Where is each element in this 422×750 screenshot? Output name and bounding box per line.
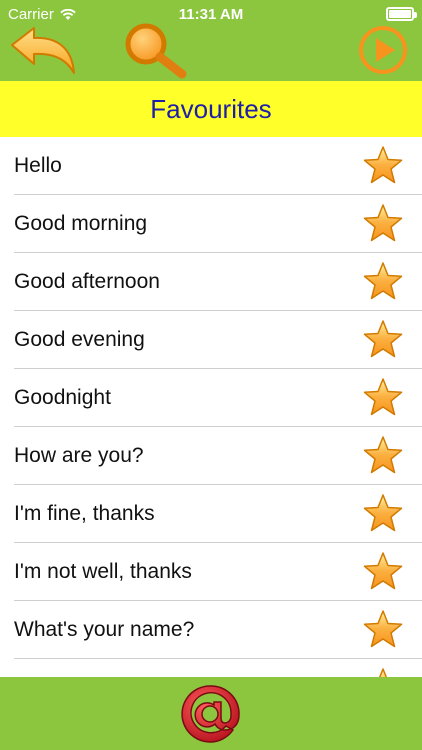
list-item[interactable]: Hello <box>0 137 422 195</box>
list-item[interactable]: How are you? <box>0 427 422 485</box>
top-toolbar: Carrier 11:31 AM <box>0 0 422 81</box>
list-item-label: Goodnight <box>14 386 111 409</box>
list-item-label: Good morning <box>14 212 148 235</box>
star-icon[interactable] <box>363 609 403 649</box>
list-item-label: What's your name? <box>14 618 195 641</box>
status-time: 11:31 AM <box>178 6 244 23</box>
list-item-label: How are you? <box>14 444 144 467</box>
list-item[interactable]: Good morning <box>0 195 422 253</box>
star-icon[interactable] <box>363 203 403 243</box>
list-item-label: Hello <box>14 154 62 177</box>
list-item-label: Good afternoon <box>14 270 160 293</box>
search-icon[interactable] <box>118 22 192 80</box>
battery-icon <box>386 7 417 21</box>
page-title: Favourites <box>150 93 272 124</box>
star-icon[interactable] <box>363 261 403 301</box>
list-item[interactable]: I'm not well, thanks <box>0 543 422 601</box>
email-at-icon[interactable] <box>179 682 243 746</box>
list-item[interactable]: Good afternoon <box>0 253 422 311</box>
title-bar: Favourites <box>0 81 422 137</box>
star-icon[interactable] <box>363 145 403 185</box>
star-icon[interactable] <box>363 667 403 677</box>
star-icon[interactable] <box>363 377 403 417</box>
list-item[interactable]: My name is... <box>0 659 422 677</box>
list-item[interactable]: Good evening <box>0 311 422 369</box>
list-item-label: I'm fine, thanks <box>14 502 155 525</box>
favourites-list: Hello Good morning Good afternoon Good e… <box>0 137 422 677</box>
star-icon[interactable] <box>363 551 403 591</box>
star-icon[interactable] <box>363 319 403 359</box>
star-icon[interactable] <box>363 435 403 475</box>
list-item[interactable]: I'm fine, thanks <box>0 485 422 543</box>
list-item-label: My name is... <box>14 659 139 677</box>
list-item[interactable]: What's your name? <box>0 601 422 659</box>
list-item-label: I'm not well, thanks <box>14 560 192 583</box>
back-arrow-icon[interactable] <box>8 25 78 77</box>
star-icon[interactable] <box>363 493 403 533</box>
play-icon[interactable] <box>357 24 409 76</box>
bottom-bar <box>0 677 422 750</box>
list-item[interactable]: Goodnight <box>0 369 422 427</box>
list-item-label: Good evening <box>14 328 145 351</box>
